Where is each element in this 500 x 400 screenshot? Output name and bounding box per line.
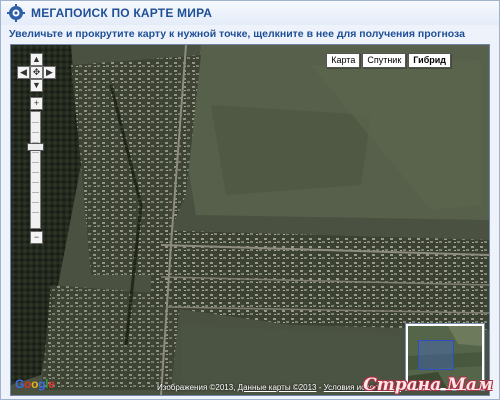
zoom-slider-track[interactable] [30,111,41,229]
zoom-slider-thumb[interactable] [27,143,44,151]
map-data-link[interactable]: Данные карты ©2013 [238,383,317,392]
arrow-left-icon[interactable]: ◀ [17,66,30,79]
minus-icon[interactable]: − [30,231,43,244]
arrow-down-icon[interactable]: ▼ [30,79,43,92]
overview-viewport[interactable] [418,340,454,370]
weather-map-widget: МЕГАПОИСК ПО КАРТЕ МИРА Увеличьте и прок… [0,0,500,400]
google-logo: Google [15,377,55,391]
page-title: МЕГАПОИСК ПО КАРТЕ МИРА [31,6,213,20]
imagery-copyright: Изображения ©2013 [157,383,234,392]
map-type-map-button[interactable]: Карта [326,53,361,68]
watermark: Страна Мам [363,375,493,395]
map-type-satellite-button[interactable]: Спутник [362,53,407,68]
center-icon[interactable]: ✥ [30,66,43,79]
arrow-up-icon[interactable]: ▲ [30,53,43,66]
satellite-map[interactable]: Карта Спутник Гибрид ▲ ◀ ✥ ▶ ▼ + − Googl… [10,44,490,396]
widget-header: МЕГАПОИСК ПО КАРТЕ МИРА [1,1,499,25]
gear-icon [7,4,25,22]
map-type-selector: Карта Спутник Гибрид [324,53,451,68]
arrow-right-icon[interactable]: ▶ [43,66,56,79]
map-type-hybrid-button[interactable]: Гибрид [408,53,451,68]
plus-icon[interactable]: + [30,97,43,110]
instruction-text: Увеличьте и прокрутите карту к нужной то… [9,28,465,40]
